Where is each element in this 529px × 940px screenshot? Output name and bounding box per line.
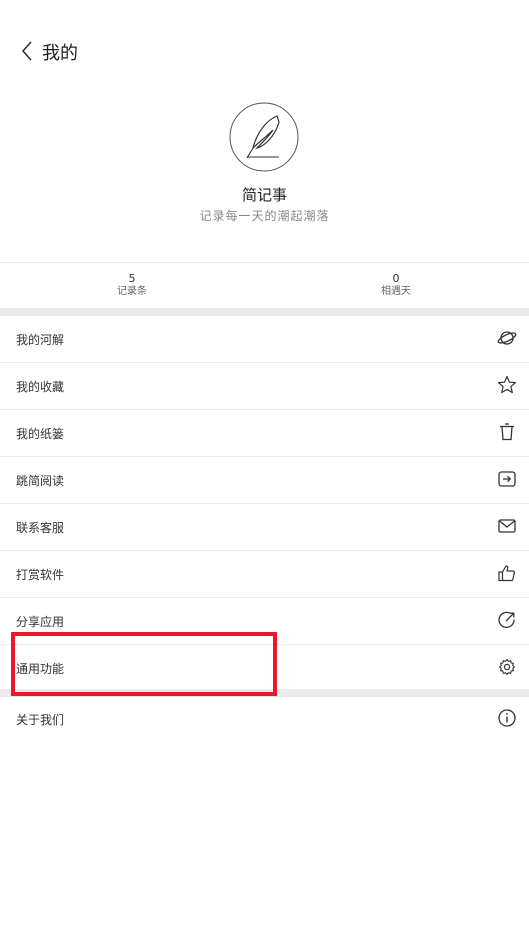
enter-icon: [498, 471, 516, 487]
thumbs-up-icon: [498, 565, 515, 582]
menu-item-favorites[interactable]: 我的收藏: [0, 363, 529, 410]
menu-item-label: 通用功能: [16, 662, 65, 676]
stats-bar: 5 记录条 0 相遇天: [0, 262, 529, 309]
stat-records-value: 5: [128, 272, 136, 285]
stat-days-value: 0: [392, 272, 400, 285]
star-icon: [497, 375, 517, 394]
page-title: 我的: [42, 43, 78, 64]
menu-item-label: 打赏软件: [16, 568, 65, 582]
stat-records[interactable]: 5 记录条: [0, 272, 264, 298]
menu-item-label: 我的纸篓: [16, 427, 65, 441]
trash-icon: [500, 423, 514, 441]
menu-item-about[interactable]: 关于我们: [0, 696, 529, 742]
menu-item-my-notes[interactable]: 我的河解: [0, 316, 529, 363]
feather-logo-icon[interactable]: [229, 102, 299, 172]
menu-item-reading[interactable]: 跳简阅读: [0, 457, 529, 504]
app-name: 简记事: [241, 186, 287, 204]
menu-item-donate[interactable]: 打赏软件: [0, 551, 529, 598]
mail-icon: [498, 519, 516, 533]
back-arrow-icon[interactable]: [18, 38, 38, 64]
menu-item-general-settings[interactable]: 通用功能: [0, 645, 529, 691]
share-icon: [498, 611, 515, 628]
profile-section: 简记事 记录每一天的潮起潮落: [0, 100, 529, 260]
stat-days[interactable]: 0 相遇天: [264, 272, 528, 298]
section-divider: [0, 308, 529, 316]
menu-list: 我的河解 我的收藏 我的纸篓 跳简阅读 联系客服 打赏软件 分享应用 通用功能: [0, 316, 529, 691]
menu-item-share[interactable]: 分享应用: [0, 598, 529, 645]
menu-item-label: 跳简阅读: [16, 474, 65, 488]
menu-item-label: 联系客服: [16, 521, 65, 535]
stat-days-label: 相遇天: [381, 286, 411, 297]
header: 我的: [0, 0, 529, 100]
menu-item-label: 我的收藏: [16, 380, 65, 394]
menu-item-trash[interactable]: 我的纸篓: [0, 410, 529, 457]
slogan: 记录每一天的潮起潮落: [199, 209, 330, 223]
menu-item-label: 我的河解: [16, 333, 65, 347]
menu-item-support[interactable]: 联系客服: [0, 504, 529, 551]
stat-records-label: 记录条: [117, 286, 147, 297]
gear-icon: [498, 658, 516, 676]
planet-icon: [497, 331, 517, 345]
info-icon: [498, 709, 516, 727]
menu-item-label: 分享应用: [16, 615, 65, 629]
menu-item-label: 关于我们: [16, 713, 65, 727]
